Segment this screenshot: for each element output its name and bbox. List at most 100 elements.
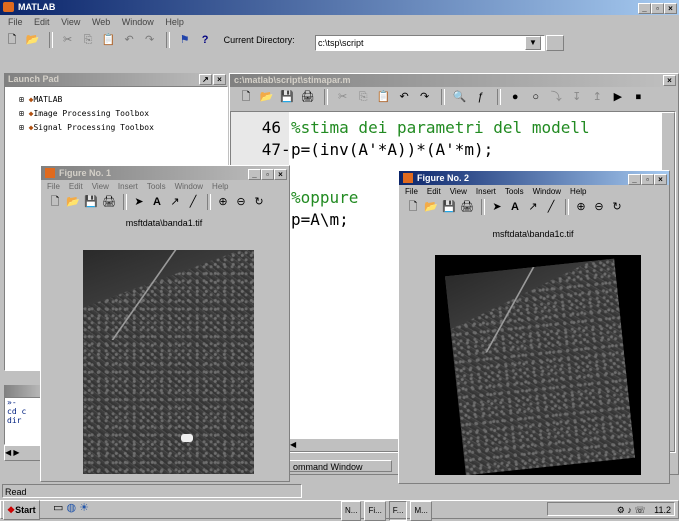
- menu-window[interactable]: Window: [175, 182, 203, 191]
- tree-item-signal-processing[interactable]: ⊞ ◆Signal Processing Toolbox: [19, 123, 227, 137]
- editor-close-button[interactable]: ×: [663, 75, 676, 86]
- new-file-icon[interactable]: 🗋: [4, 32, 20, 48]
- task-button[interactable]: N...: [341, 501, 362, 521]
- menu-file[interactable]: File: [47, 182, 60, 191]
- command-window-tab[interactable]: ommand Window: [288, 460, 392, 472]
- insert-arrow-icon[interactable]: ↗: [167, 194, 183, 210]
- menu-web[interactable]: Web: [92, 17, 110, 27]
- print-icon[interactable]: 🖨: [101, 194, 117, 210]
- insert-line-icon[interactable]: ╱: [185, 194, 201, 210]
- close-button[interactable]: ×: [654, 174, 667, 185]
- save-icon[interactable]: 💾: [441, 199, 457, 215]
- print-icon[interactable]: 🖨: [300, 89, 316, 105]
- menu-edit[interactable]: Edit: [69, 182, 83, 191]
- exit-debug-icon[interactable]: ⏹: [630, 89, 646, 105]
- rotate-icon[interactable]: ↻: [251, 194, 267, 210]
- zoom-in-icon[interactable]: ⊕: [573, 199, 589, 215]
- menu-insert[interactable]: Insert: [476, 187, 496, 196]
- minimize-button[interactable]: _: [638, 3, 651, 14]
- save-icon[interactable]: 💾: [279, 89, 295, 105]
- step-icon[interactable]: ⤵: [548, 89, 564, 105]
- tray-icons[interactable]: ⚙ ♪ ☏: [617, 505, 646, 515]
- paste-icon[interactable]: 📋: [101, 32, 117, 48]
- start-button[interactable]: ❖Start: [3, 500, 40, 520]
- copy-icon[interactable]: ⎘: [80, 32, 96, 48]
- open-folder-icon[interactable]: 📂: [65, 194, 81, 210]
- launch-pad-close-button[interactable]: ×: [213, 74, 226, 85]
- simulink-icon[interactable]: ⚑: [177, 32, 193, 48]
- select-arrow-icon[interactable]: ➤: [131, 194, 147, 210]
- menu-view[interactable]: View: [61, 17, 80, 27]
- save-icon[interactable]: 💾: [83, 194, 99, 210]
- find-icon[interactable]: 🔍: [452, 89, 468, 105]
- task-button-active[interactable]: F...: [388, 501, 408, 521]
- task-buttons: N... Fi... F... M...: [341, 501, 435, 521]
- menu-view[interactable]: View: [92, 182, 109, 191]
- menu-tools[interactable]: Tools: [147, 182, 166, 191]
- redo-icon[interactable]: ↷: [417, 89, 433, 105]
- step-in-icon[interactable]: ↧: [569, 89, 585, 105]
- directory-dropdown-button[interactable]: ▼: [525, 36, 541, 50]
- tree-item-matlab[interactable]: ⊞ ◆MATLAB: [19, 95, 227, 109]
- insert-text-icon[interactable]: A: [507, 199, 523, 215]
- cut-icon[interactable]: ✂: [60, 32, 76, 48]
- minimize-button[interactable]: _: [248, 169, 261, 180]
- task-button[interactable]: Fi...: [364, 501, 386, 521]
- breakpoint-icon[interactable]: ●: [507, 89, 523, 105]
- menu-help[interactable]: Help: [212, 182, 228, 191]
- open-folder-icon[interactable]: 📂: [423, 199, 439, 215]
- open-folder-icon[interactable]: 📂: [25, 32, 41, 48]
- function-icon[interactable]: ƒ: [472, 89, 488, 105]
- paste-icon[interactable]: 📋: [376, 89, 392, 105]
- menu-help[interactable]: Help: [165, 17, 184, 27]
- maximize-button[interactable]: ▫: [261, 169, 274, 180]
- menu-edit[interactable]: Edit: [34, 17, 50, 27]
- help-icon[interactable]: ?: [197, 32, 213, 48]
- browser-icon[interactable]: ◍: [66, 502, 76, 514]
- menu-tools[interactable]: Tools: [505, 187, 524, 196]
- insert-text-icon[interactable]: A: [149, 194, 165, 210]
- copy-icon[interactable]: ⎘: [355, 89, 371, 105]
- menu-window[interactable]: Window: [533, 187, 561, 196]
- explorer-icon[interactable]: ☀: [79, 502, 89, 514]
- clear-breakpoints-icon[interactable]: ○: [528, 89, 544, 105]
- insert-arrow-icon[interactable]: ↗: [525, 199, 541, 215]
- tree-item-image-processing[interactable]: ⊞ ◆Image Processing Toolbox: [19, 109, 227, 123]
- menu-file[interactable]: File: [405, 187, 418, 196]
- zoom-in-icon[interactable]: ⊕: [215, 194, 231, 210]
- desktop-icon[interactable]: ▭: [53, 502, 63, 514]
- current-directory-field[interactable]: c:\tsp\script: [315, 35, 545, 51]
- menu-insert[interactable]: Insert: [118, 182, 138, 191]
- undo-icon[interactable]: ↶: [396, 89, 412, 105]
- select-arrow-icon[interactable]: ➤: [489, 199, 505, 215]
- menu-file[interactable]: File: [8, 17, 23, 27]
- launch-pad-undock-button[interactable]: ↗: [199, 74, 212, 85]
- zoom-out-icon[interactable]: ⊖: [233, 194, 249, 210]
- maximize-button[interactable]: ▫: [641, 174, 654, 185]
- figure2-image-frame[interactable]: [435, 255, 641, 475]
- cut-icon[interactable]: ✂: [335, 89, 351, 105]
- menu-window[interactable]: Window: [122, 17, 154, 27]
- menu-view[interactable]: View: [450, 187, 467, 196]
- menu-help[interactable]: Help: [570, 187, 586, 196]
- step-out-icon[interactable]: ↥: [589, 89, 605, 105]
- minimize-button[interactable]: _: [628, 174, 641, 185]
- close-button[interactable]: ×: [664, 3, 677, 14]
- undo-icon[interactable]: ↶: [121, 32, 137, 48]
- menu-edit[interactable]: Edit: [427, 187, 441, 196]
- browse-directory-button[interactable]: [546, 35, 564, 51]
- insert-line-icon[interactable]: ╱: [543, 199, 559, 215]
- maximize-button[interactable]: ▫: [651, 3, 664, 14]
- zoom-out-icon[interactable]: ⊖: [591, 199, 607, 215]
- open-folder-icon[interactable]: 📂: [259, 89, 275, 105]
- figure1-satellite-image[interactable]: [83, 250, 254, 474]
- continue-icon[interactable]: ▶: [610, 89, 626, 105]
- close-button[interactable]: ×: [274, 169, 287, 180]
- redo-icon[interactable]: ↷: [142, 32, 158, 48]
- new-file-icon[interactable]: 🗋: [238, 89, 254, 105]
- task-button[interactable]: M...: [410, 501, 432, 521]
- rotate-icon[interactable]: ↻: [609, 199, 625, 215]
- new-figure-icon[interactable]: 🗋: [405, 199, 421, 215]
- print-icon[interactable]: 🖨: [459, 199, 475, 215]
- new-figure-icon[interactable]: 🗋: [47, 194, 63, 210]
